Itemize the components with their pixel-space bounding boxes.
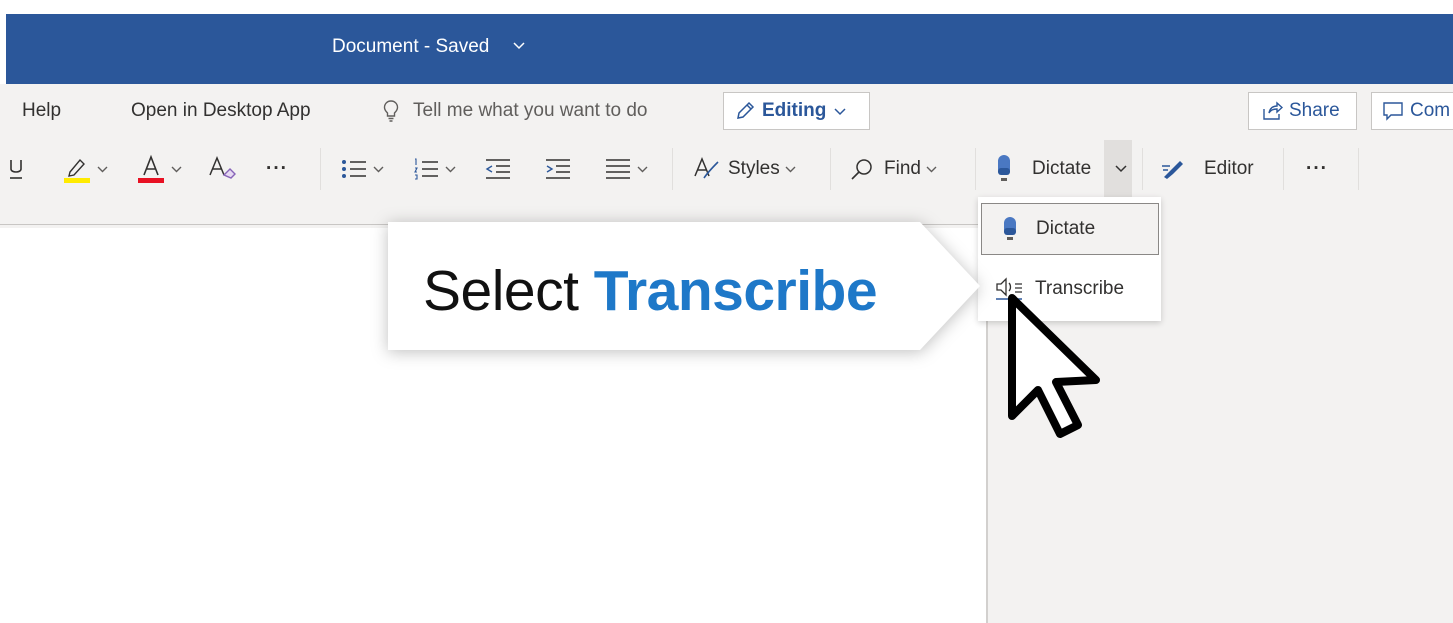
numbered-list-icon [414, 158, 438, 180]
dictate-label: Dictate [1032, 158, 1092, 179]
chevron-down-icon [926, 162, 937, 176]
share-button[interactable]: Share [1248, 92, 1357, 130]
title-bar: Document - Saved [0, 0, 1453, 84]
ribbon-divider [975, 148, 976, 190]
chevron-down-icon [637, 162, 648, 176]
search-icon [851, 159, 872, 180]
bullet-list-icon [342, 160, 366, 178]
chevron-down-icon [785, 162, 796, 176]
clear-formatting-button[interactable] [207, 152, 239, 186]
editing-mode-button[interactable]: Editing [723, 92, 870, 130]
menu-item-dictate[interactable]: Dictate [981, 203, 1159, 255]
chevron-down-icon [445, 162, 456, 176]
ribbon-divider [672, 148, 673, 190]
menu-open-desktop-app[interactable]: Open in Desktop App [131, 100, 311, 122]
underline-button[interactable] [8, 152, 24, 186]
font-color-button[interactable] [136, 152, 182, 186]
instruction-highlight: Transcribe [593, 259, 878, 323]
comments-button[interactable]: Com [1371, 92, 1453, 130]
lightbulb-icon [383, 100, 399, 122]
chevron-down-icon [97, 162, 108, 176]
increase-indent-icon [546, 159, 570, 179]
styles-button[interactable]: Styles [692, 152, 796, 186]
menu-item-label: Dictate [1036, 218, 1096, 239]
ribbon-divider [320, 148, 321, 190]
ribbon-divider [1358, 148, 1359, 190]
styles-label: Styles [728, 158, 780, 179]
find-label: Find [884, 158, 921, 179]
decrease-indent-icon [485, 159, 510, 179]
comments-label: Com [1410, 100, 1451, 121]
clear-formatting-icon [209, 156, 236, 179]
share-icon [1263, 101, 1283, 120]
dictate-options-button[interactable] [1110, 152, 1127, 186]
highlight-color-button[interactable] [62, 152, 108, 186]
title-bar-background: Document - Saved [6, 14, 1453, 84]
more-options-button[interactable]: ··· [1306, 152, 1328, 186]
bullets-button[interactable] [340, 152, 384, 186]
ribbon-divider [830, 148, 831, 190]
numbering-button[interactable] [412, 152, 456, 186]
tell-me-search[interactable]: Tell me what you want to do [383, 96, 647, 126]
decrease-indent-button[interactable] [484, 152, 512, 186]
chevron-down-icon [373, 162, 384, 176]
microphone-icon [998, 155, 1010, 181]
styles-icon [694, 157, 719, 179]
dictate-button[interactable]: Dictate [994, 152, 1091, 186]
chevron-down-icon [1115, 162, 1127, 176]
chevron-down-icon [513, 38, 525, 53]
instruction-text: Select Transcribe [423, 258, 878, 324]
ribbon-divider [1142, 148, 1143, 190]
chevron-down-icon [171, 162, 182, 176]
highlighter-icon [64, 158, 90, 183]
alignment-button[interactable] [604, 152, 648, 186]
chevron-down-icon [834, 104, 846, 119]
editor-label: Editor [1204, 158, 1254, 179]
tell-me-placeholder: Tell me what you want to do [413, 100, 648, 121]
more-formatting-button[interactable]: ··· [266, 152, 288, 186]
ribbon-toolbar: ··· Styles Find Dictate Editor ··· [0, 140, 1453, 198]
instruction-prefix: Select [423, 259, 594, 323]
editor-button[interactable]: Editor [1160, 152, 1254, 186]
document-title: Document - Saved [332, 36, 490, 57]
font-color-icon [138, 154, 164, 183]
menu-help[interactable]: Help [22, 100, 61, 122]
increase-indent-button[interactable] [544, 152, 572, 186]
align-icon [606, 159, 630, 179]
share-label: Share [1289, 100, 1340, 121]
find-button[interactable]: Find [850, 152, 937, 186]
ribbon-divider [1283, 148, 1284, 190]
editor-icon [1162, 161, 1183, 179]
pencil-icon [737, 101, 755, 119]
editing-label: Editing [762, 100, 827, 121]
document-title-button[interactable]: Document - Saved [332, 36, 525, 58]
menu-bar: Help Open in Desktop App Tell me what yo… [0, 84, 1453, 140]
mouse-pointer-icon [1008, 294, 1100, 438]
comment-icon [1383, 102, 1403, 121]
underline-icon [10, 160, 22, 179]
